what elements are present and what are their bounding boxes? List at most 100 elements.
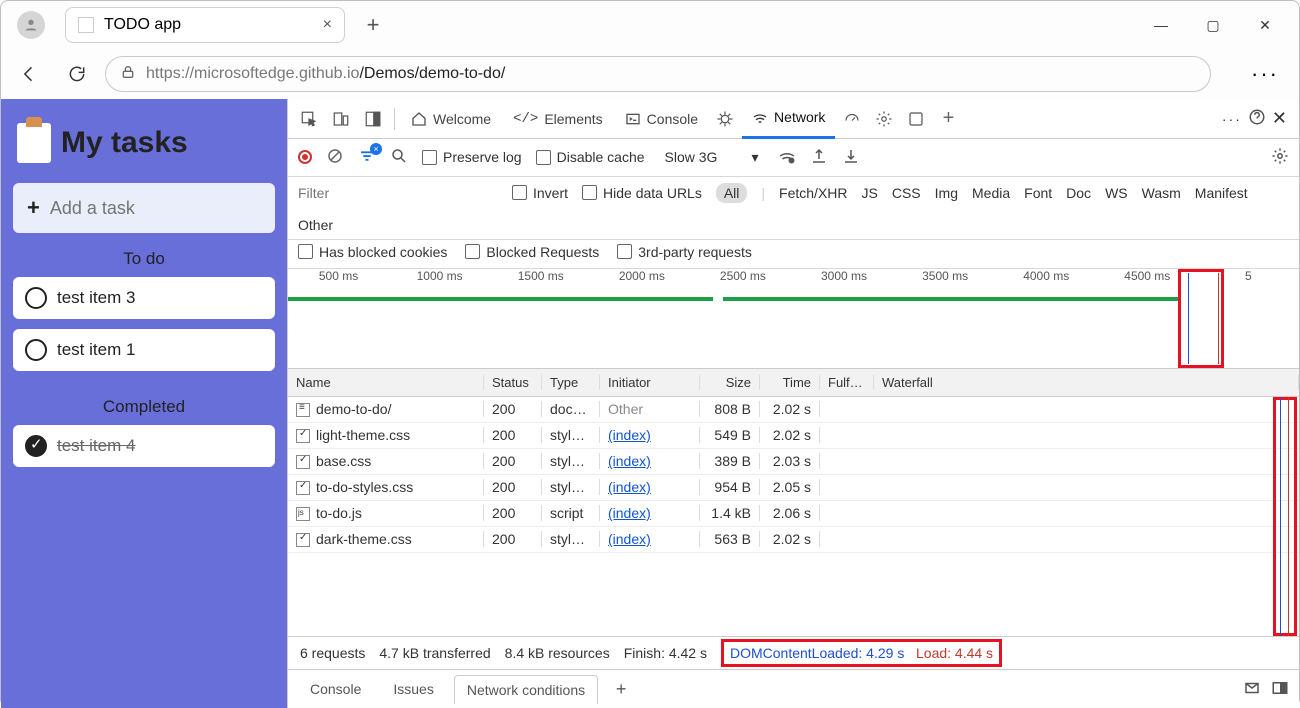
filter-type[interactable]: Doc [1066, 185, 1091, 201]
preserve-log-checkbox[interactable]: Preserve log [422, 149, 522, 165]
clipboard-icon [17, 123, 51, 163]
drawer-add-icon[interactable]: + [606, 674, 636, 704]
blocked-requests-checkbox[interactable]: Blocked Requests [465, 244, 599, 260]
import-har-icon[interactable] [810, 147, 828, 168]
profile-avatar[interactable] [17, 11, 45, 39]
network-table-header: Name Status Type Initiator Size Time Ful… [288, 369, 1299, 397]
filter-type[interactable]: CSS [892, 185, 921, 201]
lock-icon [120, 64, 136, 85]
initiator-link[interactable]: (index) [608, 479, 651, 495]
close-devtools-icon[interactable]: ✕ [1272, 108, 1287, 129]
add-tab-icon[interactable]: + [933, 104, 963, 134]
file-css-icon [296, 481, 310, 495]
file-css-icon [296, 429, 310, 443]
invert-checkbox[interactable]: Invert [512, 185, 568, 201]
performance-icon[interactable] [837, 104, 867, 134]
window-close-icon[interactable]: ✕ [1251, 17, 1279, 34]
drawer-expand-icon[interactable] [1243, 679, 1261, 700]
filter-type[interactable]: Manifest [1195, 185, 1248, 201]
initiator-link[interactable]: (index) [608, 453, 651, 469]
network-row[interactable]: to-do-styles.css200styles…(index)954 B2.… [288, 475, 1299, 501]
network-row[interactable]: dark-theme.css200styles…(index)563 B2.02… [288, 527, 1299, 553]
tab-elements[interactable]: </>Elements [503, 99, 613, 139]
url-path: /Demos/demo-to-do/ [359, 65, 505, 82]
stat-load: Load: 4.44 s [916, 645, 993, 661]
overview-highlight [1178, 269, 1224, 368]
network-row[interactable]: light-theme.css200styles…(index)549 B2.0… [288, 423, 1299, 449]
task-checkbox[interactable] [25, 287, 47, 309]
network-row[interactable]: base.css200styles…(index)389 B2.03 s [288, 449, 1299, 475]
app-title: My tasks [61, 126, 188, 160]
disable-cache-checkbox[interactable]: Disable cache [536, 149, 645, 165]
devtools-drawer: Console Issues Network conditions + [288, 670, 1299, 708]
tab-welcome[interactable]: Welcome [401, 99, 501, 139]
stat-resources: 8.4 kB resources [505, 645, 610, 661]
throttle-select[interactable]: Slow 3G ▾ [659, 146, 765, 169]
tab-title: TODO app [104, 16, 181, 34]
help-icon[interactable] [1248, 108, 1266, 129]
filter-toggle-icon[interactable]: × [358, 147, 376, 168]
filter-input[interactable] [298, 185, 498, 201]
initiator-link[interactable]: (index) [608, 531, 651, 547]
task-checkbox-checked[interactable] [25, 435, 47, 457]
filter-type[interactable]: JS [862, 185, 878, 201]
filter-type[interactable]: WS [1105, 185, 1128, 201]
completed-section-label: Completed [13, 381, 275, 425]
new-tab-button[interactable]: + [357, 9, 389, 41]
tab-console[interactable]: Console [615, 99, 708, 139]
filter-type-all[interactable]: All [716, 183, 748, 203]
window-minimize-icon[interactable]: — [1147, 17, 1175, 34]
task-item[interactable]: test item 3 [13, 277, 275, 319]
browser-menu-icon[interactable]: ··· [1239, 61, 1291, 87]
initiator-link[interactable]: (index) [608, 505, 651, 521]
address-bar[interactable]: https://microsoftedge.github.io/Demos/de… [105, 56, 1211, 92]
drawer-dock-icon[interactable] [1271, 679, 1289, 700]
network-status-bar: 6 requests 4.7 kB transferred 8.4 kB res… [288, 636, 1299, 670]
filter-type[interactable]: Wasm [1142, 185, 1181, 201]
add-task-field[interactable] [50, 198, 282, 219]
settings-gear-icon[interactable] [869, 104, 899, 134]
export-har-icon[interactable] [842, 147, 860, 168]
network-conditions-icon[interactable] [778, 147, 796, 168]
tab-close-icon[interactable]: × [323, 16, 332, 34]
has-blocked-cookies-checkbox[interactable]: Has blocked cookies [298, 244, 447, 260]
tab-network[interactable]: Network [742, 99, 835, 139]
network-overview[interactable]: 500 ms 1000 ms 1500 ms 2000 ms 2500 ms 3… [288, 269, 1299, 369]
network-row[interactable]: demo-to-do/200docu…Other808 B2.02 s [288, 397, 1299, 423]
more-tools-icon[interactable]: ··· [1222, 111, 1242, 127]
debugger-icon[interactable] [710, 104, 740, 134]
stat-finish: Finish: 4.42 s [624, 645, 707, 661]
refresh-button[interactable] [57, 54, 97, 94]
filter-type[interactable]: Fetch/XHR [779, 185, 847, 201]
filter-type[interactable]: Img [935, 185, 958, 201]
task-item[interactable]: test item 1 [13, 329, 275, 371]
app-icon[interactable] [901, 104, 931, 134]
filter-type[interactable]: Media [972, 185, 1010, 201]
add-task-input[interactable]: + [13, 183, 275, 233]
task-checkbox[interactable] [25, 339, 47, 361]
stat-dcl: DOMContentLoaded: 4.29 s [730, 645, 904, 661]
filter-type[interactable]: Other [298, 217, 333, 233]
drawer-tab-netcond[interactable]: Network conditions [454, 675, 598, 704]
network-table-body: demo-to-do/200docu…Other808 B2.02 slight… [288, 397, 1299, 637]
dock-icon[interactable] [358, 104, 388, 134]
waterfall-highlight [1273, 397, 1297, 637]
network-settings-icon[interactable] [1271, 147, 1289, 168]
clear-button[interactable] [326, 147, 344, 168]
tab-favicon [78, 17, 94, 33]
initiator-link[interactable]: (index) [608, 427, 651, 443]
record-button[interactable] [298, 150, 312, 164]
inspect-icon[interactable] [294, 104, 324, 134]
device-toggle-icon[interactable] [326, 104, 356, 134]
back-button[interactable] [9, 54, 49, 94]
task-item-done[interactable]: test item 4 [13, 425, 275, 467]
drawer-tab-console[interactable]: Console [298, 675, 373, 703]
network-row[interactable]: to-do.js200script(index)1.4 kB2.06 s [288, 501, 1299, 527]
drawer-tab-issues[interactable]: Issues [381, 675, 445, 703]
hide-data-urls-checkbox[interactable]: Hide data URLs [582, 185, 702, 201]
browser-tab[interactable]: TODO app × [65, 7, 345, 43]
window-maximize-icon[interactable]: ▢ [1199, 17, 1227, 34]
filter-type[interactable]: Font [1024, 185, 1052, 201]
third-party-checkbox[interactable]: 3rd-party requests [617, 244, 752, 260]
search-icon[interactable] [390, 147, 408, 168]
